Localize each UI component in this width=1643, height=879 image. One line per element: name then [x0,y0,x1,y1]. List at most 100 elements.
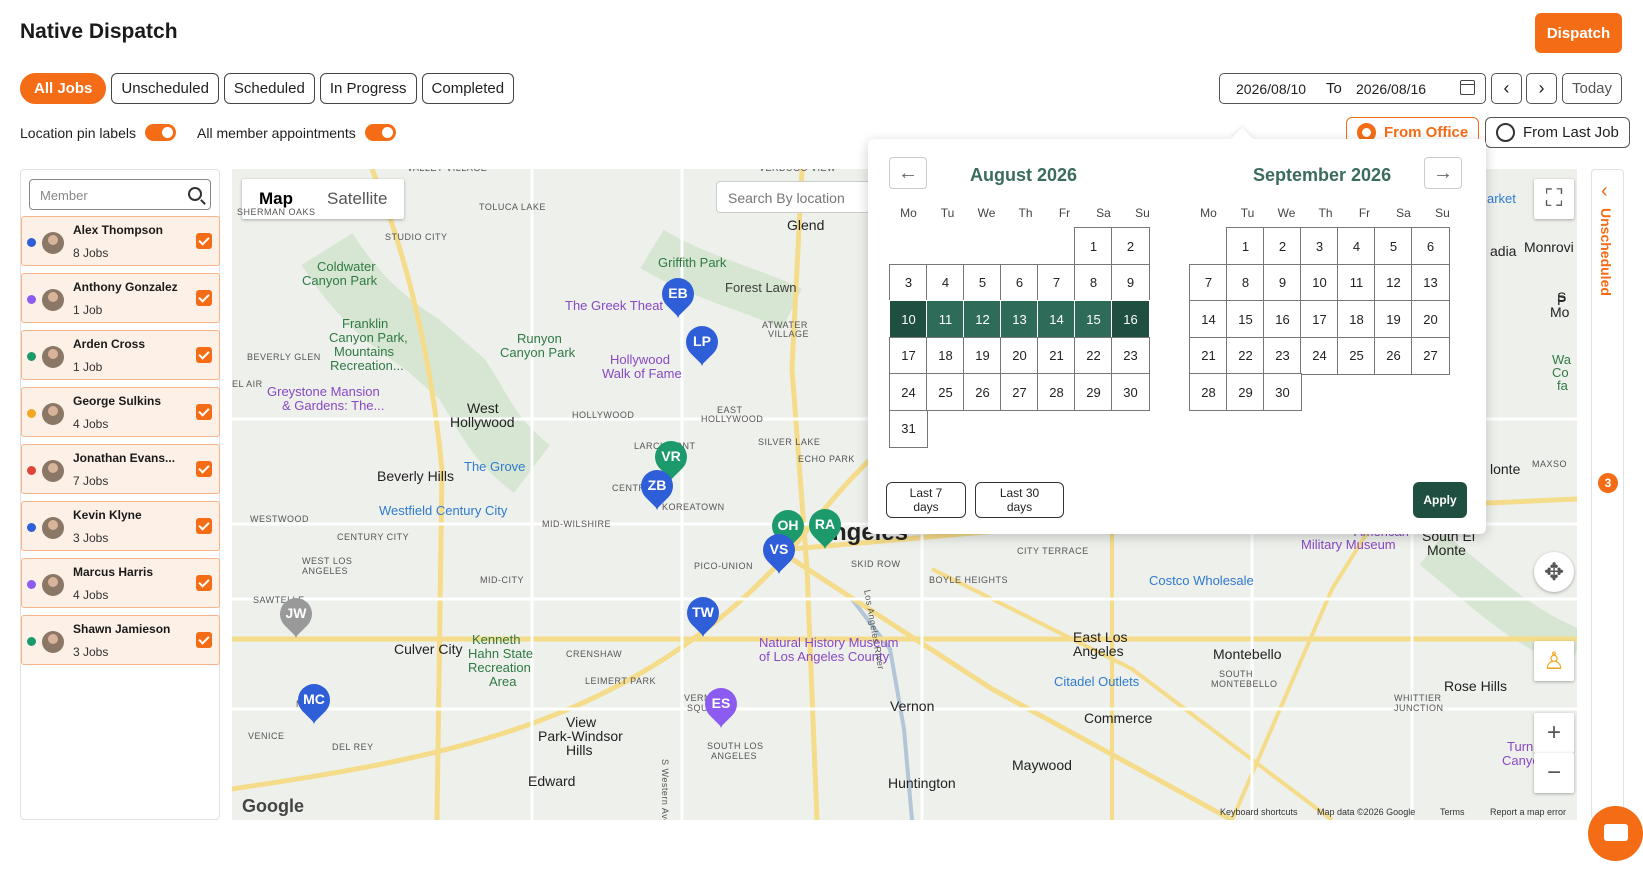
calendar-day[interactable]: 14 [1037,300,1076,338]
last-7-days-button[interactable]: Last 7 days [886,482,966,518]
member-item[interactable]: Anthony Gonzalez 1 Job [21,273,220,323]
calendar-day[interactable]: 7 [1189,263,1228,302]
calendar-day[interactable]: 21 [1189,336,1228,375]
member-item[interactable]: Alex Thompson 8 Jobs [21,216,220,266]
tab-unscheduled[interactable]: Unscheduled [111,73,219,104]
calendar-day[interactable]: 6 [1411,227,1450,265]
calendar-day[interactable]: 29 [1074,373,1113,411]
calendar-day[interactable]: 25 [926,373,965,411]
unscheduled-panel-tab[interactable]: ‹ Unscheduled 3 [1591,169,1624,820]
calendar-day[interactable]: 11 [926,300,965,338]
chat-icon[interactable] [1588,806,1643,861]
member-item[interactable]: George Sulkins 4 Jobs [21,387,220,437]
date-range-input[interactable]: 2026/08/10 To 2026/08/16 [1219,73,1486,104]
calendar-day[interactable]: 18 [1337,300,1376,338]
job-pin[interactable]: ES [698,681,744,730]
search-icon[interactable] [188,187,202,201]
calendar-day[interactable]: 14 [1189,300,1228,338]
calendar-day[interactable]: 15 [1226,300,1265,338]
next-week-button[interactable]: › [1526,73,1557,104]
calendar-day[interactable]: 9 [1263,263,1302,302]
member-checkbox[interactable] [196,290,212,306]
calendar-day[interactable]: 23 [1111,336,1150,375]
calendar-day[interactable]: 2 [1263,227,1302,265]
calendar-day[interactable]: 3 [1300,227,1339,265]
calendar-day[interactable]: 24 [889,373,928,411]
member-checkbox[interactable] [196,632,212,648]
calendar-day[interactable]: 27 [1411,336,1450,375]
calendar-day[interactable]: 12 [1374,263,1413,302]
calendar-day[interactable]: 26 [1374,336,1413,375]
calendar-day[interactable]: 10 [889,300,928,338]
job-pin[interactable]: JW [273,591,319,640]
calendar-day[interactable]: 6 [1000,263,1039,302]
job-pin[interactable]: ZB [634,463,680,512]
calendar-day[interactable]: 16 [1111,300,1150,338]
member-search-input[interactable]: Member [29,179,211,210]
chevron-left-icon[interactable]: ‹ [1601,180,1608,203]
tab-scheduled[interactable]: Scheduled [223,73,315,104]
calendar-day[interactable]: 7 [1037,263,1076,302]
calendar-day[interactable]: 31 [889,409,928,448]
calendar-day[interactable]: 10 [1300,263,1339,302]
calendar-day[interactable]: 24 [1300,336,1339,375]
member-item[interactable]: Marcus Harris 4 Jobs [21,558,220,608]
calendar-day[interactable]: 28 [1189,373,1228,411]
member-checkbox[interactable] [196,347,212,363]
calendar-day[interactable]: 22 [1074,336,1113,375]
member-item[interactable]: Arden Cross 1 Job [21,330,220,380]
zoom-out-button[interactable]: − [1534,753,1574,793]
calendar-day[interactable]: 16 [1263,300,1302,338]
calendar-day[interactable]: 18 [926,336,965,375]
member-checkbox[interactable] [196,575,212,591]
tab-all-jobs[interactable]: All Jobs [20,73,107,104]
tab-in-progress[interactable]: In Progress [319,73,417,104]
calendar-day[interactable]: 15 [1074,300,1113,338]
member-checkbox[interactable] [196,461,212,477]
prev-week-button[interactable]: ‹ [1491,73,1522,104]
job-pin[interactable]: LP [679,319,725,368]
calendar-day[interactable]: 5 [1374,227,1413,265]
all-member-appointments-toggle[interactable] [364,124,396,141]
pegman-icon[interactable]: ♙ [1534,641,1574,681]
date-to[interactable]: 2026/08/16 [1356,81,1426,97]
tab-completed[interactable]: Completed [421,73,515,104]
calendar-day[interactable]: 1 [1074,227,1113,265]
calendar-day[interactable]: 19 [1374,300,1413,338]
fullscreen-icon[interactable]: ⛶ [1534,179,1574,219]
zoom-in-button[interactable]: + [1534,713,1574,753]
calendar-day[interactable]: 19 [963,336,1002,375]
calendar-day[interactable]: 9 [1111,263,1150,302]
dispatch-button[interactable]: Dispatch [1535,13,1622,53]
member-checkbox[interactable] [196,404,212,420]
date-from[interactable]: 2026/08/10 [1236,81,1306,97]
calendar-day[interactable]: 3 [889,263,928,302]
report-map-error-link[interactable]: Report a map error [1490,807,1566,817]
job-pin[interactable]: EB [655,271,701,320]
calendar-day[interactable]: 29 [1226,373,1265,411]
calendar-day[interactable]: 17 [1300,300,1339,338]
member-item[interactable]: Kevin Klyne 3 Jobs [21,501,220,551]
terms-link[interactable]: Terms [1440,807,1465,817]
calendar-day[interactable]: 17 [889,336,928,375]
job-pin[interactable]: VS [756,527,802,576]
member-item[interactable]: Jonathan Evans... 7 Jobs [21,444,220,494]
calendar-day[interactable]: 11 [1337,263,1376,302]
calendar-day[interactable]: 5 [963,263,1002,302]
calendar-day[interactable]: 12 [963,300,1002,338]
recenter-icon[interactable]: ✥ [1534,552,1574,592]
map-type-satellite[interactable]: Satellite [310,179,404,219]
calendar-day[interactable]: 25 [1337,336,1376,375]
apply-button[interactable]: Apply [1413,482,1467,518]
next-month-button[interactable]: → [1424,157,1462,189]
calendar-day[interactable]: 27 [1000,373,1039,411]
calendar-day[interactable]: 28 [1037,373,1076,411]
calendar-day[interactable]: 13 [1411,263,1450,302]
calendar-day[interactable]: 1 [1226,227,1265,265]
from-last-job-radio[interactable]: From Last Job [1485,117,1630,148]
keyboard-shortcuts-link[interactable]: Keyboard shortcuts [1220,807,1298,817]
calendar-day[interactable]: 4 [1337,227,1376,265]
calendar-day[interactable]: 26 [963,373,1002,411]
calendar-day[interactable]: 20 [1000,336,1039,375]
calendar-day[interactable]: 23 [1263,336,1302,375]
